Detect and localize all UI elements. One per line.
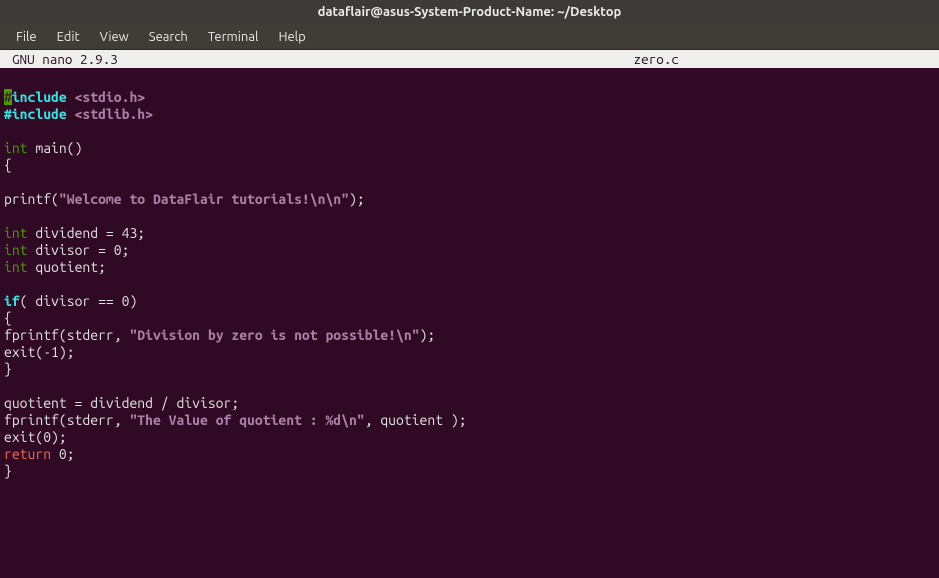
code-token: main() xyxy=(28,140,83,156)
menu-terminal[interactable]: Terminal xyxy=(198,26,269,48)
code-token: if xyxy=(4,293,20,309)
code-token: #include xyxy=(4,106,75,122)
code-token: return xyxy=(4,446,59,462)
code-line: { xyxy=(4,157,12,173)
code-token: ); xyxy=(420,327,436,343)
menubar: File Edit View Search Terminal Help xyxy=(0,24,939,50)
menu-edit[interactable]: Edit xyxy=(47,26,90,48)
window-title: dataflair@asus-System-Product-Name: ~/De… xyxy=(318,5,622,19)
code-line: exit(-1); xyxy=(4,344,75,360)
menu-file[interactable]: File xyxy=(6,26,47,48)
cursor: # xyxy=(4,89,12,105)
code-token: int xyxy=(4,242,28,258)
code-token: quotient; xyxy=(28,259,106,275)
code-token: 0; xyxy=(59,446,75,462)
nano-filename: zero.c xyxy=(634,50,939,68)
code-token: int xyxy=(4,225,28,241)
code-line: { xyxy=(4,310,12,326)
code-token: fprintf(stderr, xyxy=(4,327,129,343)
code-line: } xyxy=(4,361,12,377)
code-token: include xyxy=(12,89,75,105)
code-token: divisor = 0; xyxy=(28,242,130,258)
editor-area[interactable]: #include <stdio.h> #include <stdlib.h> i… xyxy=(0,68,939,480)
code-token: "Division by zero is not possible!\n" xyxy=(129,327,419,343)
nano-statusline: GNU nano 2.9.3 zero.c xyxy=(0,50,939,68)
menu-search[interactable]: Search xyxy=(139,26,198,48)
code-line: quotient = dividend / divisor; xyxy=(4,395,239,411)
code-token: int xyxy=(4,140,28,156)
code-token: fprintf(stderr, xyxy=(4,412,129,428)
code-line: exit(0); xyxy=(4,429,67,445)
window-titlebar: dataflair@asus-System-Product-Name: ~/De… xyxy=(0,0,939,24)
nano-spacer xyxy=(118,50,634,68)
code-token: <stdio.h> xyxy=(75,89,146,105)
code-token: ( divisor == 0) xyxy=(20,293,138,309)
nano-version: GNU nano 2.9.3 xyxy=(0,50,118,68)
code-token: printf( xyxy=(4,191,59,207)
menu-view[interactable]: View xyxy=(90,26,139,48)
code-line: } xyxy=(4,463,12,479)
menu-help[interactable]: Help xyxy=(268,26,315,48)
code-token: "Welcome to DataFlair tutorials!\n\n" xyxy=(59,191,349,207)
code-token: int xyxy=(4,259,28,275)
code-token: , quotient ); xyxy=(365,412,467,428)
code-token: ); xyxy=(349,191,365,207)
code-token: dividend = 43; xyxy=(28,225,146,241)
code-token: "The Value of quotient : %d\n" xyxy=(129,412,364,428)
code-token: <stdlib.h> xyxy=(75,106,153,122)
